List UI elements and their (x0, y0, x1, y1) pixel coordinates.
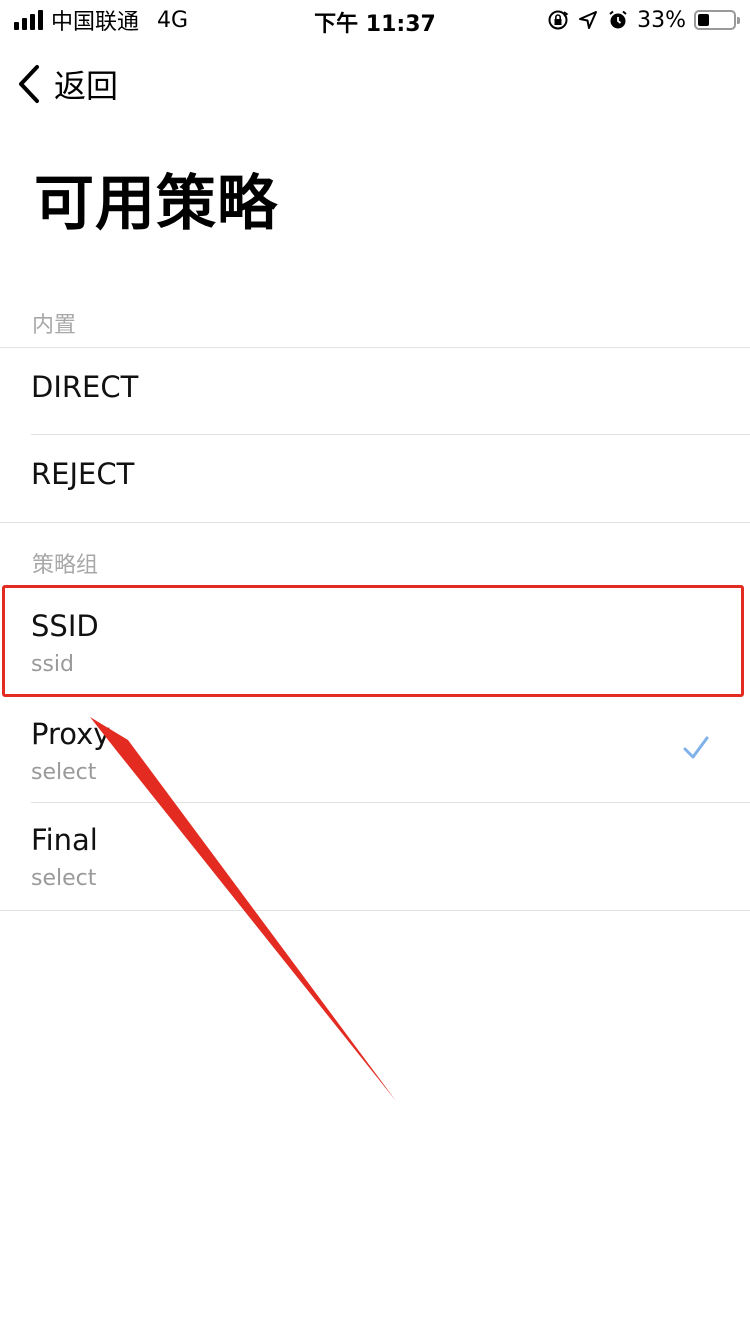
list-item-subtitle: select (31, 866, 97, 891)
list-item-title: SSID (31, 609, 99, 643)
status-bar-right: 33% (547, 6, 740, 34)
alarm-icon (607, 9, 629, 31)
section-header-policy-group: 策略组 (32, 553, 99, 578)
list-item-subtitle: select (31, 760, 97, 785)
status-bar: 中国联通 4G 下午 11:37 33% (0, 0, 750, 40)
battery-tip (737, 17, 740, 24)
section-header-builtin: 内置 (32, 313, 77, 338)
list-item-ssid[interactable]: SSID ssid (0, 588, 750, 696)
list-item-title: Final (31, 823, 98, 857)
battery-icon (694, 10, 740, 30)
location-icon (577, 9, 599, 31)
page-title: 可用策略 (34, 169, 278, 239)
battery-level (698, 14, 709, 26)
list-item-reject[interactable]: REJECT (0, 435, 750, 521)
list-item-proxy[interactable]: Proxy select (0, 696, 750, 802)
list-item-subtitle: ssid (31, 652, 75, 677)
list-item-title: REJECT (31, 457, 135, 491)
list-item-final[interactable]: Final select (0, 803, 750, 909)
screen: 中国联通 4G 下午 11:37 33% 返回 可用策略 内置 DIRECT R… (0, 0, 750, 1334)
list-item-direct[interactable]: DIRECT (0, 348, 750, 434)
divider (0, 522, 750, 523)
list-item-title: Proxy (31, 717, 111, 751)
back-button[interactable]: 返回 (16, 62, 118, 106)
checkmark-icon (683, 736, 709, 759)
battery-percent: 33% (637, 7, 686, 33)
chevron-left-icon (19, 65, 39, 103)
divider (0, 910, 750, 911)
orientation-lock-icon (547, 9, 569, 31)
back-button-label: 返回 (54, 67, 119, 105)
list-item-title: DIRECT (31, 370, 139, 404)
